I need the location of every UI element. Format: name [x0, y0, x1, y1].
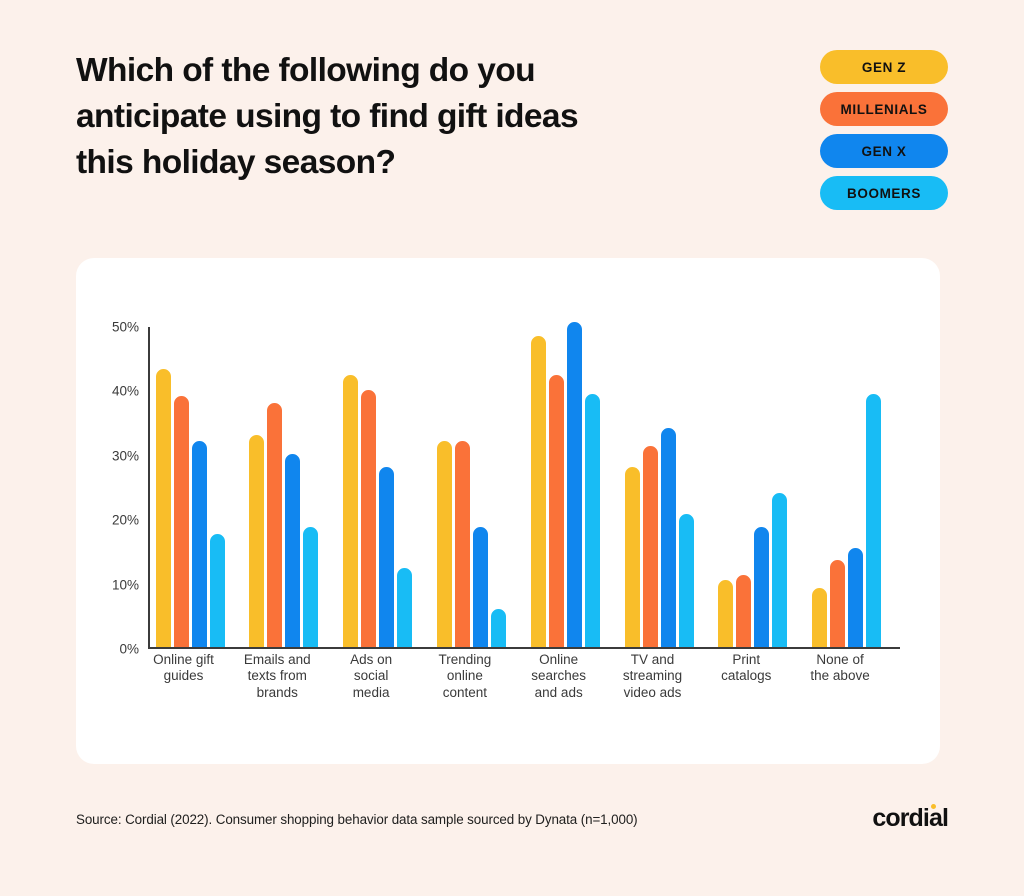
x-axis-label: Print catalogs	[721, 652, 772, 684]
page-title: Which of the following do you anticipate…	[76, 52, 579, 181]
bar[interactable]	[379, 467, 395, 648]
legend-label: GEN X	[861, 143, 907, 159]
bar[interactable]	[848, 547, 864, 648]
y-axis-tick: 30%	[111, 448, 139, 464]
bar[interactable]	[285, 454, 301, 648]
bar[interactable]	[436, 441, 452, 648]
bar[interactable]	[866, 394, 882, 648]
x-axis-label: Online searches and ads	[531, 652, 587, 700]
y-axis-tick: 0%	[119, 641, 139, 657]
bar-group	[806, 319, 900, 648]
x-axis-labels: Online gift guides Emails and texts from bra…	[150, 652, 900, 701]
bar[interactable]	[397, 568, 413, 648]
bar[interactable]	[584, 394, 600, 648]
x-axis-label: Trending online content	[438, 652, 492, 700]
bar-group	[431, 319, 525, 648]
bar-group	[150, 319, 244, 648]
bar[interactable]	[812, 587, 828, 648]
bar-group	[337, 319, 431, 648]
bar[interactable]	[472, 526, 488, 648]
y-axis-tick: 40%	[111, 383, 139, 399]
bar[interactable]	[830, 560, 846, 648]
bar[interactable]	[530, 336, 546, 648]
bar[interactable]	[754, 526, 770, 648]
x-axis-label: Ads on social media	[350, 652, 393, 700]
bar-group	[619, 319, 713, 648]
bar[interactable]	[191, 441, 207, 648]
x-axis-label: TV and streaming video ads	[622, 652, 683, 700]
bar-groups	[150, 319, 900, 648]
chart-card: 0% 10% 20% 30% 40% 50% Online gift guides Email…	[76, 258, 940, 764]
bar[interactable]	[303, 526, 319, 648]
bar[interactable]	[566, 321, 582, 648]
bar[interactable]	[660, 428, 676, 648]
legend-item-gen-x[interactable]: GEN X	[820, 134, 948, 168]
source-note: Source: Cordial (2022). Consumer shoppin…	[76, 812, 638, 827]
x-axis-line	[148, 647, 900, 649]
infographic-page: Which of the following do you anticipate…	[0, 0, 1024, 896]
logo-text-tail: l	[941, 804, 949, 832]
bar[interactable]	[343, 375, 359, 648]
legend-label: GEN Z	[861, 59, 907, 75]
y-axis-tick: 20%	[111, 512, 139, 528]
bar[interactable]	[454, 441, 470, 648]
bar[interactable]	[361, 389, 377, 648]
bar[interactable]	[209, 534, 225, 648]
bar[interactable]	[249, 434, 265, 648]
legend-label: MILLENIALS	[840, 101, 928, 117]
bar-group	[712, 319, 806, 648]
bar[interactable]	[718, 580, 734, 648]
legend-item-millenials[interactable]: MILLENIALS	[820, 92, 948, 126]
x-axis-label: None of the above	[810, 652, 870, 684]
legend-label: BOOMERS	[847, 185, 921, 201]
bar[interactable]	[490, 608, 506, 648]
chart-legend: GEN Z MILLENIALS GEN X BOOMERS	[820, 50, 948, 210]
bar[interactable]	[678, 514, 694, 648]
bar-chart-plot: 0% 10% 20% 30% 40% 50%	[112, 319, 900, 657]
bar[interactable]	[267, 402, 283, 648]
bar[interactable]	[642, 445, 658, 648]
y-axis-tick: 10%	[111, 577, 139, 593]
x-axis-label: Online gift guides	[153, 652, 214, 684]
legend-item-gen-z[interactable]: GEN Z	[820, 50, 948, 84]
x-axis-label: Emails and texts from brands	[243, 652, 311, 700]
bar[interactable]	[772, 492, 788, 648]
bar[interactable]	[736, 574, 752, 648]
cordial-logo: cordia l	[872, 804, 949, 833]
bar[interactable]	[173, 396, 189, 648]
bar[interactable]	[548, 375, 564, 648]
bar[interactable]	[624, 467, 640, 648]
bar[interactable]	[155, 368, 171, 648]
legend-item-boomers[interactable]: BOOMERS	[820, 176, 948, 210]
bar-group	[243, 319, 337, 648]
y-axis-tick: 50%	[111, 319, 139, 335]
bar-group	[525, 319, 619, 648]
